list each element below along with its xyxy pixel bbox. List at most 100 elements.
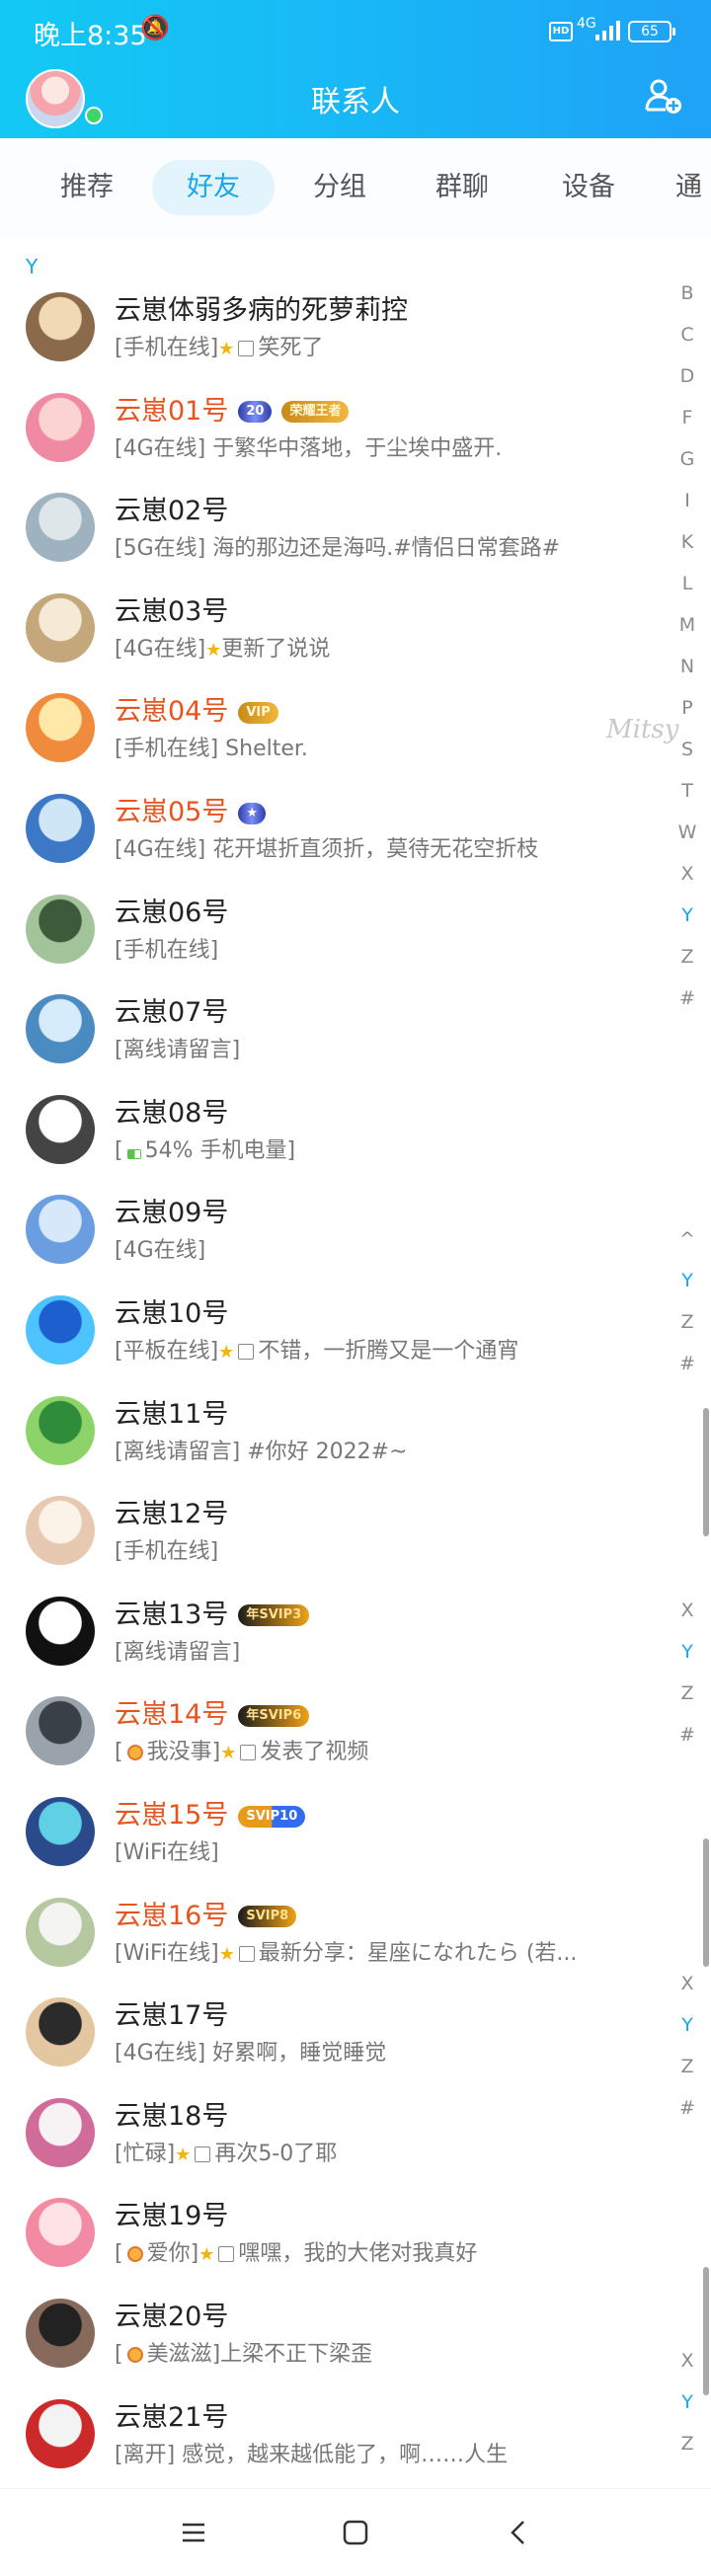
contact-avatar[interactable] bbox=[26, 292, 95, 361]
contact-row[interactable]: 云崽04号 VIP [手机在线] Shelter. bbox=[0, 679, 681, 779]
add-friend-icon[interactable] bbox=[644, 77, 683, 117]
contact-row[interactable]: 云崽14号 年SVIP6 [我没事]★ 发表了视频 bbox=[0, 1682, 681, 1782]
contact-avatar[interactable] bbox=[26, 2299, 95, 2368]
contact-avatar[interactable] bbox=[26, 2198, 95, 2268]
contact-avatar[interactable] bbox=[26, 894, 95, 964]
tab-recommend[interactable]: 推荐 bbox=[43, 160, 130, 215]
tab-groups[interactable]: 分组 bbox=[296, 160, 383, 215]
contact-avatar[interactable] bbox=[26, 1295, 95, 1365]
back-icon[interactable] bbox=[496, 2509, 543, 2556]
online-state: [4G在线] bbox=[115, 2041, 206, 2067]
tab-contacts-more[interactable]: 通 bbox=[675, 160, 711, 215]
index-letter[interactable]: P bbox=[677, 697, 697, 719]
index-letter[interactable]: I bbox=[677, 490, 697, 511]
contact-row[interactable]: 云崽17号 [4G在线] 好累啊，睡觉睡觉 bbox=[0, 1984, 681, 2083]
contact-avatar[interactable] bbox=[26, 392, 95, 462]
online-state: [离线请留言] bbox=[115, 1038, 241, 1063]
index-letter[interactable]: # bbox=[677, 1353, 697, 1374]
contact-row[interactable]: 云崽06号 [手机在线] bbox=[0, 881, 681, 980]
contact-avatar[interactable] bbox=[26, 794, 95, 863]
contact-row[interactable]: 云崽18号 [忙碌]★ 再次5-0了耶 bbox=[0, 2084, 681, 2184]
contact-name-text: 云崽体弱多病的死萝莉控 bbox=[115, 295, 408, 326]
tab-devices[interactable]: 设备 bbox=[545, 160, 632, 215]
tab-group-chats[interactable]: 群聊 bbox=[419, 160, 506, 215]
index-letter[interactable]: Z bbox=[677, 2433, 697, 2455]
index-letter[interactable]: C bbox=[677, 324, 697, 346]
contact-avatar[interactable] bbox=[26, 2097, 95, 2167]
contact-row[interactable]: 云崽11号 [离线请留言] #你好 2022#~ bbox=[0, 1382, 681, 1482]
contact-row[interactable]: 云崽20号 [美滋滋]上梁不正下梁歪 bbox=[0, 2285, 681, 2384]
contact-name: 云崽14号 年SVIP6 bbox=[115, 1692, 310, 1731]
index-letter[interactable]: Y bbox=[677, 1270, 697, 1291]
contact-name-text: 云崽03号 bbox=[115, 595, 229, 627]
index-letter[interactable]: Z bbox=[677, 1311, 697, 1333]
index-letter[interactable]: X bbox=[677, 863, 697, 885]
index-letter[interactable]: T bbox=[677, 780, 697, 802]
index-letter[interactable]: Y bbox=[677, 2391, 697, 2413]
index-letter[interactable]: X bbox=[677, 1973, 697, 1994]
contact-row[interactable]: 云崽19号 [爱你]★ 嘿嘿，我的大佬对我真好 bbox=[0, 2184, 681, 2284]
battery-icon: 65 bbox=[628, 21, 675, 42]
contact-avatar[interactable] bbox=[26, 1997, 95, 2068]
contact-avatar[interactable] bbox=[26, 1094, 95, 1164]
index-letter[interactable]: G bbox=[677, 448, 697, 470]
contact-row[interactable]: 云崽体弱多病的死萝莉控 [手机在线]★ 笑死了 bbox=[0, 278, 681, 378]
index-up-icon[interactable]: ^ bbox=[677, 1228, 697, 1250]
contact-row[interactable]: 云崽01号 20 荣耀王者 [4G在线] 于繁华中落地，于尘埃中盛开. bbox=[0, 379, 681, 479]
index-letter[interactable]: Y bbox=[677, 1641, 697, 1663]
contact-avatar[interactable] bbox=[26, 1596, 95, 1666]
contact-avatar[interactable] bbox=[26, 1195, 95, 1265]
contact-row[interactable]: 云崽21号 [离开] 感觉，越来越低能了，啊……人生 bbox=[0, 2385, 681, 2485]
index-letter[interactable]: Y bbox=[677, 904, 697, 926]
contact-row[interactable]: 云崽10号 [平板在线]★ 不错，一折腾又是一个通宵 bbox=[0, 1282, 681, 1381]
image-icon bbox=[218, 2246, 235, 2263]
signature-text: 最新分享：星座になれたら (若... bbox=[258, 1940, 578, 1966]
index-letter[interactable]: Z bbox=[677, 2056, 697, 2077]
home-icon[interactable] bbox=[332, 2509, 379, 2556]
contact-avatar[interactable] bbox=[26, 592, 95, 663]
contact-row[interactable]: 云崽07号 [离线请留言] bbox=[0, 980, 681, 1080]
contact-avatar[interactable] bbox=[26, 693, 95, 763]
battery-level-icon bbox=[126, 1148, 141, 1159]
contact-row[interactable]: 云崽02号 [5G在线] 海的那边还是海吗.#情侣日常套路# bbox=[0, 479, 681, 579]
index-letter[interactable]: F bbox=[677, 407, 697, 429]
contact-row[interactable]: 云崽08号[54% 手机电量] bbox=[0, 1081, 681, 1181]
contact-avatar[interactable] bbox=[26, 1897, 95, 1967]
contact-row[interactable]: 云崽03号 [4G在线]★更新了说说 bbox=[0, 580, 681, 679]
contact-avatar[interactable] bbox=[26, 1797, 95, 1866]
contact-avatar[interactable] bbox=[26, 994, 95, 1064]
menu-icon[interactable] bbox=[170, 2509, 217, 2556]
tab-friends[interactable]: 好友 bbox=[152, 160, 275, 215]
index-letter[interactable]: X bbox=[677, 2350, 697, 2372]
index-letter[interactable]: # bbox=[677, 987, 697, 1009]
index-letter[interactable]: K bbox=[677, 531, 697, 553]
index-letter[interactable]: L bbox=[677, 573, 697, 594]
index-letter[interactable]: M bbox=[677, 614, 697, 636]
contact-avatar[interactable] bbox=[26, 493, 95, 563]
index-letter[interactable]: Y bbox=[677, 2014, 697, 2036]
index-letter[interactable]: Z bbox=[677, 1682, 697, 1704]
contact-avatar[interactable] bbox=[26, 2398, 95, 2468]
scrollbar-thumb[interactable] bbox=[703, 1408, 709, 1536]
index-letter[interactable]: D bbox=[677, 365, 697, 387]
contact-row[interactable]: 云崽09号 [4G在线] bbox=[0, 1181, 681, 1281]
index-letter[interactable]: Z bbox=[677, 946, 697, 968]
contact-row[interactable]: 云崽12号 [手机在线] bbox=[0, 1482, 681, 1582]
contact-avatar[interactable] bbox=[26, 1496, 95, 1566]
contact-row[interactable]: 云崽16号 SVIP8 [WiFi在线]★ 最新分享：星座になれたら (若... bbox=[0, 1884, 681, 1984]
index-letter[interactable]: # bbox=[677, 2097, 697, 2119]
scrollbar-thumb[interactable] bbox=[703, 2267, 709, 2395]
index-letter[interactable]: # bbox=[677, 1724, 697, 1746]
contact-avatar[interactable] bbox=[26, 1395, 95, 1465]
index-letter[interactable]: B bbox=[677, 282, 697, 304]
scrollbar-thumb[interactable] bbox=[703, 1838, 709, 1967]
index-letter[interactable]: S bbox=[677, 739, 697, 760]
contact-avatar[interactable] bbox=[26, 1696, 95, 1766]
index-letter[interactable]: W bbox=[677, 821, 697, 843]
contact-row[interactable]: 云崽13号 年SVIP3 [离线请留言] bbox=[0, 1583, 681, 1682]
contact-row[interactable]: 云崽15号 SVIP10 [WiFi在线] bbox=[0, 1783, 681, 1883]
index-letter[interactable]: N bbox=[677, 656, 697, 677]
vip-badge: 年SVIP3 bbox=[238, 1604, 310, 1627]
index-letter[interactable]: X bbox=[677, 1600, 697, 1621]
contact-row[interactable]: 云崽05号 ★ [4G在线] 花开堪折直须折，莫待无花空折枝 bbox=[0, 780, 681, 880]
